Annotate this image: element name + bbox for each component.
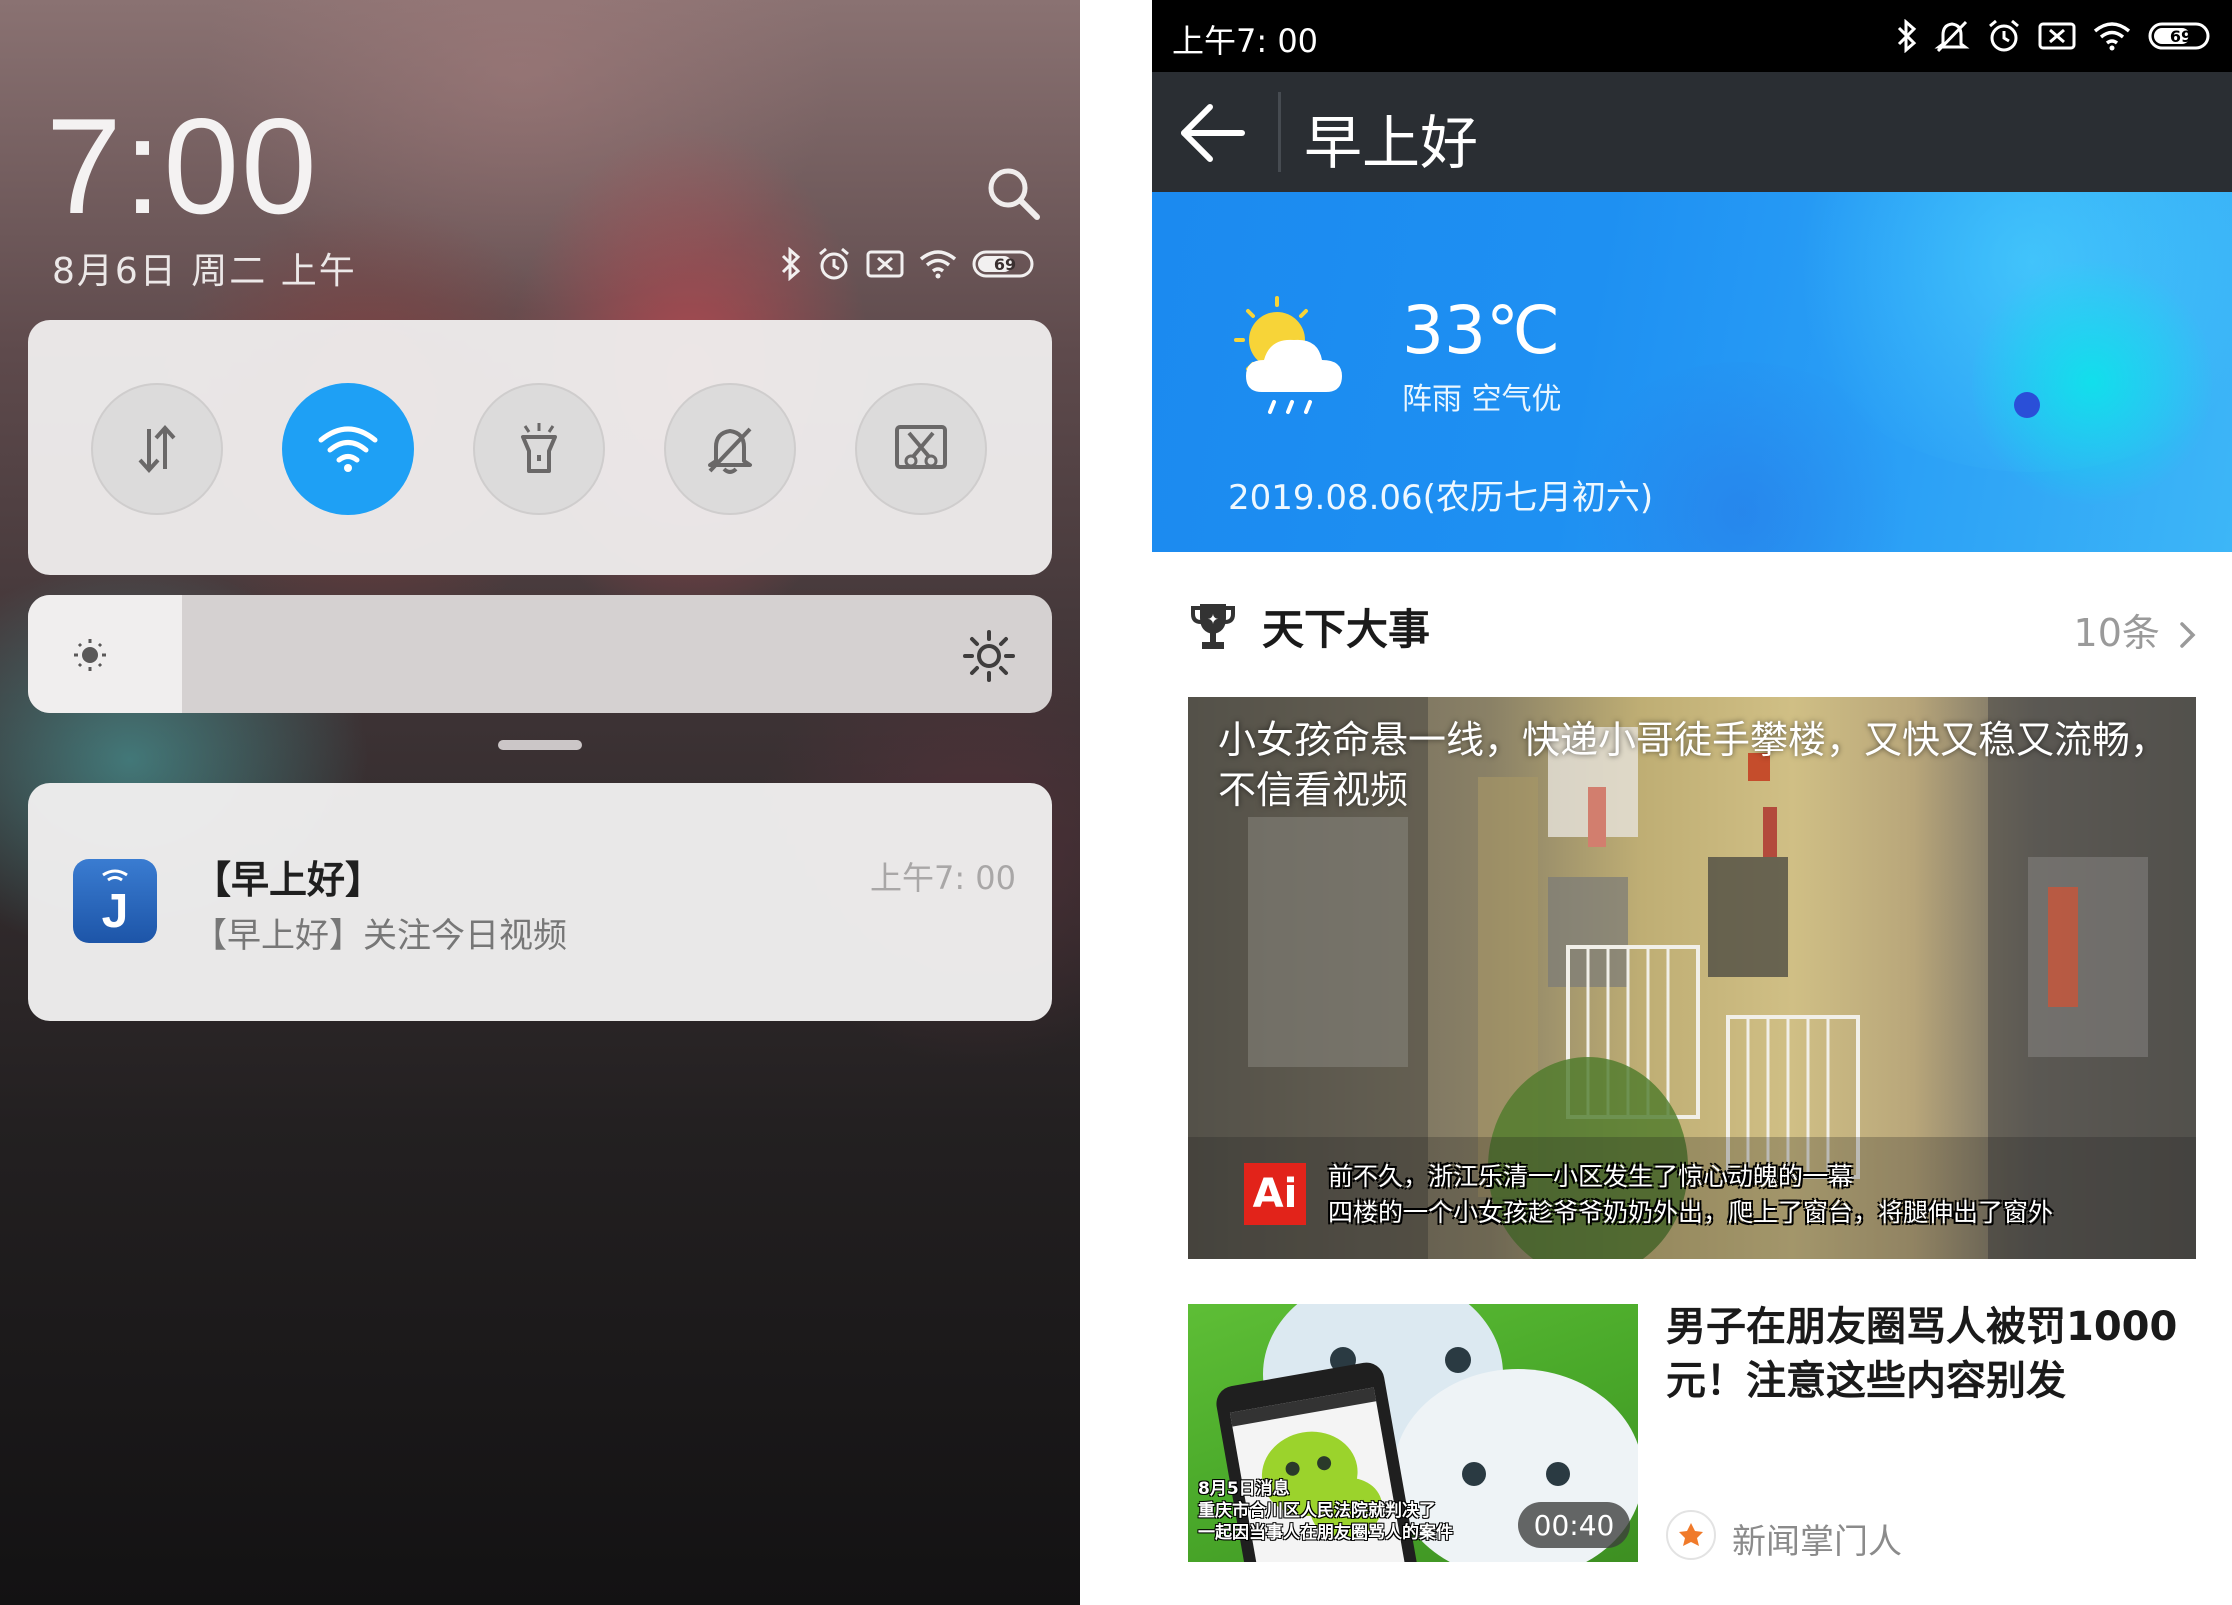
brightness-low-icon [74,639,106,671]
sun-cloud-icon [1234,296,1342,414]
no-sim-icon [866,250,904,278]
back-button[interactable] [1178,98,1248,168]
article-title[interactable]: 男子在朋友圈骂人被罚1000元！注意这些内容别发 [1666,1300,2206,1408]
search-icon[interactable] [985,165,1041,221]
section-more-link[interactable]: 10条 [2074,602,2198,657]
video-duration: 00:40 [1518,1502,1630,1548]
trophy-icon: ✦ [1191,604,1235,649]
section-title: 天下大事 [1262,605,1431,654]
page-title: 早上好 [1304,109,1479,177]
drag-handle[interactable] [498,740,582,750]
section-header: ✦ 天下大事 10条 [1152,552,2232,687]
notification-time: 上午7: 00 [869,859,1016,897]
thumbnail-caption: 一起因当事人在朋友圈骂人的案件 [1198,1523,1453,1543]
app-header: 早上好 [1152,72,2232,192]
article-thumbnail[interactable]: 8月5日消息 重庆市合川区人民法院就判决了 一起因当事人在朋友圈骂人的案件 00… [1188,1304,1638,1562]
data-arrows-icon [138,425,176,473]
data-toggle-button[interactable] [91,383,223,515]
weather-date: 2019.08.06(农历七月初六) [1228,478,1654,518]
chevron-right-icon [2180,622,2196,648]
alarm-icon [819,247,849,280]
flashlight-icon [521,423,557,473]
notification-body: 【早上好】关注今日视频 [193,916,567,956]
source-name[interactable]: 新闻掌门人 [1732,1514,1902,1563]
wifi-status-icon [919,250,957,279]
notification-card[interactable]: J 【早上好】 【早上好】关注今日视频 上午7: 00 [28,783,1052,1021]
app-icon: J [73,859,157,943]
screenshot-icon [895,425,947,469]
battery-level: 69 [994,255,1016,274]
wifi-status-icon [2093,22,2131,51]
screenshot-toggle-button[interactable] [855,383,987,515]
flashlight-toggle-button[interactable] [473,383,605,515]
svg-text:✦: ✦ [1207,612,1219,628]
status-icons: 69 [780,246,1038,282]
alarm-icon [1989,19,2019,52]
status-bar: 上午7: 00 69 [1152,0,2232,72]
bluetooth-icon [1897,19,1917,53]
battery-icon: 69 [2148,22,2210,50]
banner-dot [2014,392,2040,418]
wifi-icon [318,426,378,472]
source-logo-icon [1679,1523,1703,1546]
app-screen: 上午7: 00 69 早上好 33℃ 阵雨 空气优 2019.08.06(农历七… [1152,0,2232,1605]
ai-logo: Ai [1244,1163,1306,1225]
notification-shade: 7:00 8月6日 周二 上午 69 J 【早上好】 【早上好】关注今日视频 上… [0,0,1080,1605]
battery-level: 69 [2170,27,2192,46]
wifi-toggle-button[interactable] [282,383,414,515]
no-sim-icon [2038,22,2076,50]
banner-decoration [1972,252,2212,512]
weather-condition: 阵雨 空气优 [1402,382,1562,417]
status-icons: 69 [1896,16,2214,56]
section-count: 10条 [2073,611,2160,655]
battery-icon: 69 [972,250,1034,278]
header-divider [1278,92,1281,172]
quick-settings-panel [28,320,1052,575]
brightness-slider[interactable] [28,595,1052,713]
brightness-high-icon [963,630,1015,682]
weather-banner[interactable]: 33℃ 阵雨 空气优 2019.08.06(农历七月初六) [1152,192,2232,552]
source-avatar[interactable] [1666,1510,1716,1560]
video-subtitle: 四楼的一个小女孩趁爷爷奶奶外出，爬上了窗台，将腿伸出了窗外 [1328,1198,2054,1227]
status-time: 上午7: 00 [1172,22,1319,60]
bluetooth-icon [781,247,801,281]
date-label: 8月6日 周二 上午 [52,251,357,292]
mute-toggle-button[interactable] [664,383,796,515]
bell-off-status-icon [1934,20,1970,53]
app-icon-letter: J [102,885,129,938]
clock: 7:00 [46,90,319,242]
video-title: 小女孩命悬一线，快递小哥徒手攀楼，又快又稳又流畅，不信看视频 [1218,718,2169,812]
notification-title: 【早上好】 [193,858,384,902]
bell-off-icon [708,427,752,474]
arrow-left-icon [1181,104,1245,162]
temperature: 33℃ [1402,292,1561,369]
video-article[interactable]: 小女孩命悬一线，快递小哥徒手攀楼，又快又稳又流畅，不信看视频 Ai 前不久，浙江… [1188,697,2196,1259]
video-subtitle: 前不久，浙江乐清一小区发生了惊心动魄的一幕 [1328,1162,1854,1191]
